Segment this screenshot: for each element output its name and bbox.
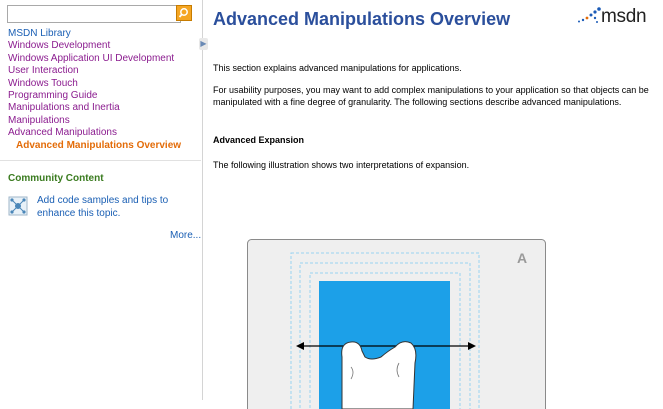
nav-item-windows-app-ui-development[interactable]: Windows Application UI Development: [8, 53, 181, 65]
nav-link[interactable]: User Interaction: [8, 65, 79, 76]
nav-link[interactable]: Advanced Manipulations: [8, 127, 117, 138]
nav-item-advanced-manipulations[interactable]: Advanced Manipulations: [8, 127, 181, 139]
nav-link[interactable]: MSDN Library: [8, 28, 71, 39]
search-input[interactable]: [7, 5, 181, 23]
nav-item-programming-guide[interactable]: Programming Guide: [8, 90, 181, 102]
msdn-logo-text: msdn: [601, 6, 646, 28]
nav-tree: MSDN Library Windows Development Windows…: [8, 28, 181, 152]
community-more-link[interactable]: More...: [170, 230, 201, 241]
nav-link[interactable]: Windows Development: [8, 40, 110, 51]
msdn-logo[interactable]: msdn: [575, 6, 663, 30]
search-icon: [177, 6, 191, 20]
nav-item-manipulations-and-inertia[interactable]: Manipulations and Inertia: [8, 102, 181, 114]
community-add-link[interactable]: Add code samples and tips to enhance thi…: [37, 195, 182, 220]
sidebar-collapse-handle[interactable]: ▶: [199, 38, 208, 50]
nav-item-windows-development[interactable]: Windows Development: [8, 40, 181, 52]
nav-item-msdn-library[interactable]: MSDN Library: [8, 28, 181, 40]
search-button[interactable]: [176, 5, 192, 21]
nav-link[interactable]: Windows Touch: [8, 78, 78, 89]
sidebar: MSDN Library Windows Development Windows…: [0, 0, 203, 400]
illustration-intro-paragraph: The following illustration shows two int…: [213, 160, 653, 172]
section-heading-advanced-expansion: Advanced Expansion: [213, 135, 304, 145]
community-content-title: Community Content: [8, 173, 104, 184]
nav-item-user-interaction[interactable]: User Interaction: [8, 65, 181, 77]
nav-link[interactable]: Manipulations and Inertia: [8, 102, 120, 113]
illustration-label: A: [517, 250, 527, 266]
nav-link-active[interactable]: Advanced Manipulations Overview: [16, 140, 181, 151]
usability-paragraph: For usability purposes, you may want to …: [213, 85, 653, 108]
nav-item-advanced-manipulations-overview[interactable]: Advanced Manipulations Overview: [8, 140, 181, 152]
sidebar-divider: [0, 160, 201, 161]
nav-item-windows-touch[interactable]: Windows Touch: [8, 78, 181, 90]
nav-link[interactable]: Windows Application UI Development: [8, 53, 174, 64]
expansion-illustration: A: [247, 239, 546, 409]
community-add-icon: [8, 196, 28, 216]
msdn-swoosh-icon: [575, 6, 603, 30]
intro-paragraph: This section explains advanced manipulat…: [213, 63, 653, 75]
nav-link[interactable]: Manipulations: [8, 115, 70, 126]
page-title: Advanced Manipulations Overview: [213, 9, 510, 30]
nav-link[interactable]: Programming Guide: [8, 90, 97, 101]
chevron-right-icon: ▶: [200, 39, 206, 48]
nav-item-manipulations[interactable]: Manipulations: [8, 115, 181, 127]
